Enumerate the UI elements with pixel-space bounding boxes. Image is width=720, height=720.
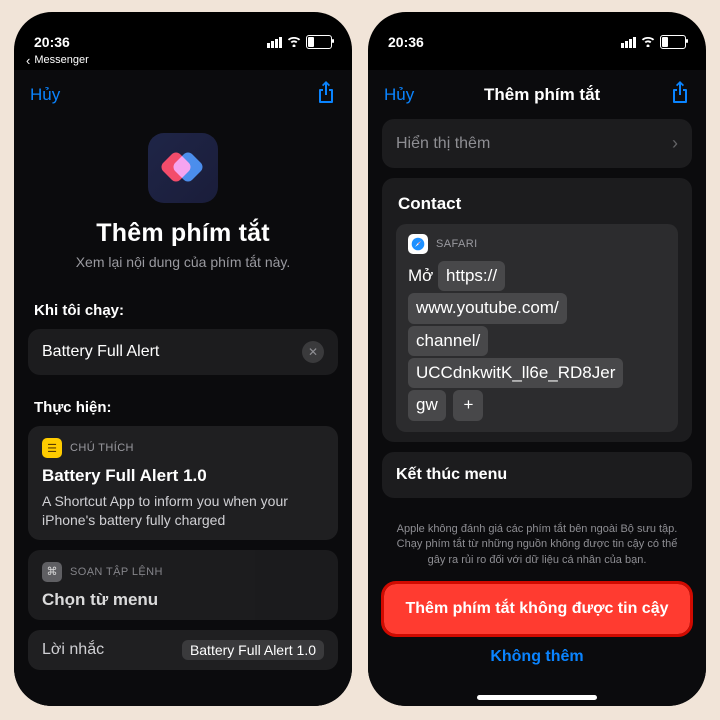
note-body: A Shortcut App to inform you when your i… xyxy=(42,492,324,530)
hero: Thêm phím tắt Xem lại nội dung của phím … xyxy=(14,115,352,278)
add-url-button[interactable]: + xyxy=(453,390,483,420)
end-menu-row: Kết thúc menu xyxy=(382,452,692,498)
url-chip[interactable]: UCCdnkwitK_ll6e_RD8Jer xyxy=(408,358,623,388)
open-label: Mở xyxy=(408,266,433,285)
page-title: Thêm phím tắt xyxy=(96,219,269,248)
notch xyxy=(462,12,612,38)
cellular-icon xyxy=(621,37,636,48)
fade xyxy=(28,684,338,706)
wifi-icon xyxy=(640,34,656,50)
home-indicator[interactable] xyxy=(477,695,597,700)
add-untrusted-button[interactable]: Thêm phím tắt không được tin cậy xyxy=(384,584,690,634)
nav-bar: Hủy Thêm phím tắt xyxy=(368,70,706,115)
safari-badge: SAFARI xyxy=(436,238,478,250)
nav-title: Thêm phím tắt xyxy=(414,85,670,105)
clear-icon[interactable]: ✕ xyxy=(302,341,324,363)
wifi-icon xyxy=(286,34,302,50)
chevron-left-icon: ‹ xyxy=(26,53,30,68)
page-subtitle: Xem lại nội dung của phím tắt này. xyxy=(76,254,291,270)
cancel-button[interactable]: Hủy xyxy=(30,85,60,105)
share-button[interactable] xyxy=(670,80,690,109)
script-title: Chọn từ menu xyxy=(42,590,324,610)
action-script: ⌘ SOẠN TẬP LỆNH Chọn từ menu xyxy=(28,550,338,620)
phone-right: 20:36 Hủy Thêm phím tắt Hiển thị thêm › … xyxy=(368,12,706,706)
cancel-button[interactable]: Hủy xyxy=(384,85,414,105)
perform-label: Thực hiện: xyxy=(14,375,352,426)
phone-left: 20:36 ‹ Messenger Hủy Thêm phím tắt xyxy=(14,12,352,706)
contact-card: Contact SAFARI Mở https:// www.youtube.c… xyxy=(382,178,692,442)
nav-bar: Hủy xyxy=(14,70,352,115)
safari-open-url: Mở https:// www.youtube.com/ channel/ UC… xyxy=(408,260,666,422)
status-time: 20:36 xyxy=(34,34,70,50)
show-more-label: Hiển thị thêm xyxy=(396,135,490,153)
shortcut-name-value: Battery Full Alert xyxy=(42,343,159,361)
action-note: ☰ CHÚ THÍCH Battery Full Alert 1.0 A Sho… xyxy=(28,426,338,540)
disclaimer-text: Apple không đánh giá các phím tắt bên ng… xyxy=(368,508,706,578)
back-to-app[interactable]: ‹ Messenger xyxy=(14,50,352,70)
dont-add-button[interactable]: Không thêm xyxy=(368,634,706,672)
share-button[interactable] xyxy=(316,80,336,109)
shortcut-name-field[interactable]: Battery Full Alert ✕ xyxy=(28,329,338,375)
battery-icon xyxy=(306,35,332,49)
chevron-right-icon: › xyxy=(672,133,678,154)
url-chip[interactable]: gw xyxy=(408,390,446,420)
show-more-row[interactable]: Hiển thị thêm › xyxy=(382,119,692,168)
cellular-icon xyxy=(267,37,282,48)
url-chip[interactable]: channel/ xyxy=(408,326,488,356)
note-badge: CHÚ THÍCH xyxy=(70,442,134,454)
contact-title: Contact xyxy=(396,190,678,216)
script-badge: SOẠN TẬP LỆNH xyxy=(70,566,163,578)
url-chip[interactable]: https:// xyxy=(438,261,505,291)
note-title: Battery Full Alert 1.0 xyxy=(42,466,324,486)
when-i-run-label: Khi tôi chạy: xyxy=(14,278,352,329)
safari-action: SAFARI Mở https:// www.youtube.com/ chan… xyxy=(396,224,678,432)
url-chip[interactable]: www.youtube.com/ xyxy=(408,293,567,323)
screen: Hủy Thêm phím tắt Xem lại nội dung của p… xyxy=(14,70,352,706)
reminder-label: Lời nhắc xyxy=(42,641,104,659)
script-icon: ⌘ xyxy=(42,562,62,582)
screen: Hủy Thêm phím tắt Hiển thị thêm › Contac… xyxy=(368,70,706,706)
back-app-label: Messenger xyxy=(34,54,88,66)
status-time: 20:36 xyxy=(388,34,424,50)
reminder-value: Battery Full Alert 1.0 xyxy=(182,640,324,660)
reminder-row: Lời nhắc Battery Full Alert 1.0 xyxy=(28,630,338,670)
note-icon: ☰ xyxy=(42,438,62,458)
safari-icon xyxy=(408,234,428,254)
shortcuts-app-icon xyxy=(148,133,218,203)
battery-icon xyxy=(660,35,686,49)
notch xyxy=(108,12,258,38)
end-menu-label: Kết thúc menu xyxy=(396,466,507,484)
